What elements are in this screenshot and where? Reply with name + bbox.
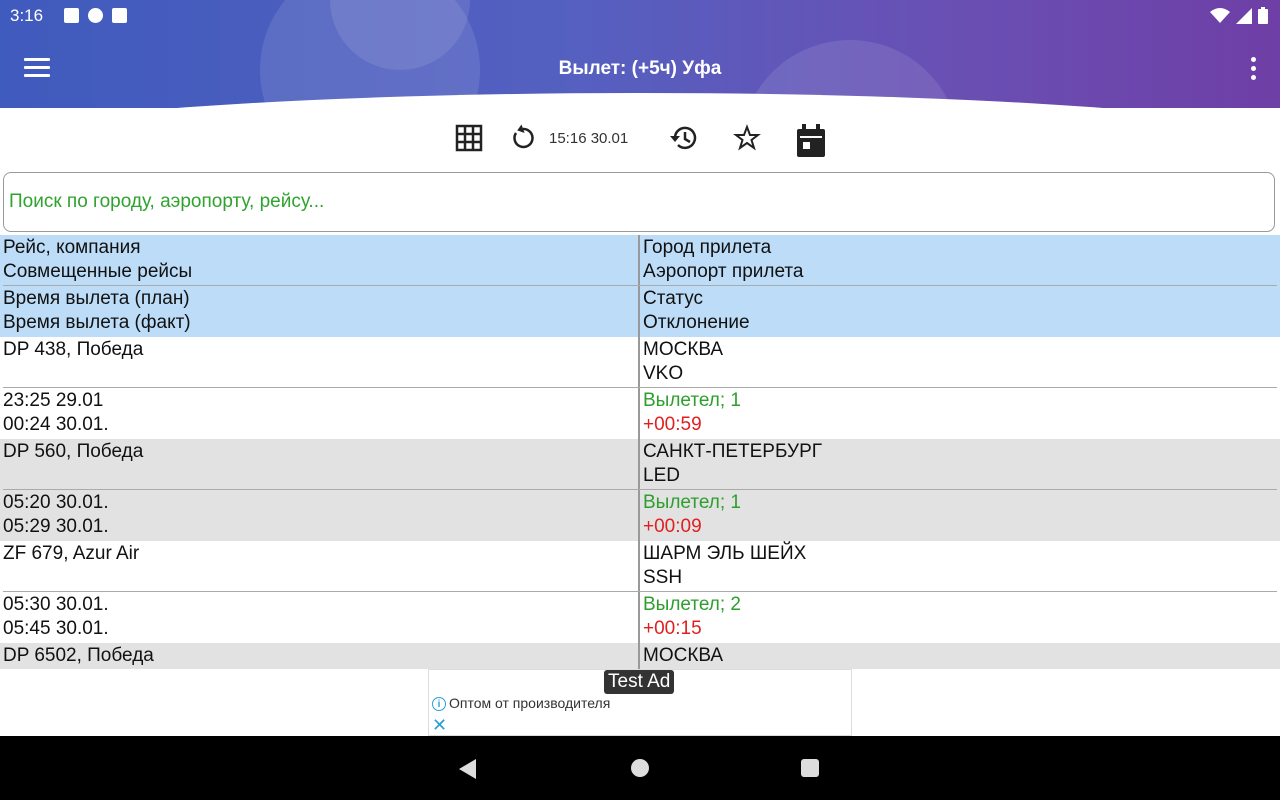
ad-info-icon[interactable]: i [432,697,446,711]
actual-time: 05:45 30.01. [3,618,109,639]
grid-icon[interactable] [455,124,483,152]
arrival-city: САНКТ-ПЕТЕРБУРГ [643,441,823,462]
arrival-city: ШАРМ ЭЛЬ ШЕЙХ [643,543,807,564]
more-options-icon[interactable] [1248,57,1258,83]
battery-icon [1258,7,1268,24]
sd-card-icon [112,8,127,23]
last-updated-time: 15:16 30.01 [549,130,629,147]
page-title: Вылет: (+5ч) Уфа [558,58,722,79]
table-header-row: Рейс, компания Совмещенные рейсы Город пр… [0,235,1280,286]
actual-time: 05:29 30.01. [3,516,109,537]
status-bar: 3:16 [0,0,1280,32]
table-row[interactable]: ZF 679, Azur Air ШАРМ ЭЛЬ ШЕЙХ SSH [0,541,1280,592]
planned-time: 23:25 29.01 [3,390,104,411]
flight-deviation: +00:09 [643,516,702,537]
recent-apps-icon[interactable] [801,759,819,777]
flight-status: Вылетел; 2 [643,594,741,615]
refresh-icon[interactable] [509,124,537,152]
signal-icon [1236,7,1252,24]
arrival-airport: VKO [643,363,684,384]
calendar-icon[interactable] [796,124,826,158]
system-nav-bar [0,736,1280,800]
flights-table: Рейс, компания Совмещенные рейсы Город пр… [0,235,1280,669]
flight-status: Вылетел; 1 [643,492,741,513]
header-planned-time: Время вылета (план) [3,288,190,309]
planned-time: 05:30 30.01. [3,594,109,615]
header-flight: Рейс, компания [3,237,141,258]
table-row[interactable]: 05:30 30.01. 05:45 30.01. Вылетел; 2 +00:1… [0,592,1280,643]
table-row[interactable]: DP 438, Победа МОСКВА VKO [0,337,1280,388]
flight-name: ZF 679, Azur Air [3,543,140,564]
table-row[interactable]: 05:20 30.01. 05:29 30.01. Вылетел; 1 +00:0… [0,490,1280,541]
toolbar: 15:16 30.01 [0,120,1280,160]
ad-text[interactable]: Оптом от производителя [449,695,610,711]
arrival-airport: SSH [643,567,683,588]
flight-deviation: +00:59 [643,414,702,435]
ad-close-icon[interactable]: ✕ [432,715,447,736]
notification-a-icon [64,8,79,23]
home-icon[interactable] [631,759,649,777]
ad-banner[interactable]: Test Ad i Оптом от производителя ✕ [428,669,852,736]
flight-status: Вылетел; 1 [643,390,741,411]
header-status: Статус [643,288,704,309]
app-header: 3:16 Вылет: (+5ч) Уфа [0,0,1280,108]
search-input[interactable] [4,173,1274,231]
flight-name: DP 6502, Победа [3,645,154,666]
history-icon[interactable] [668,124,698,152]
planned-time: 05:20 30.01. [3,492,109,513]
back-icon[interactable] [459,759,476,779]
table-header-row: Время вылета (план) Время вылета (факт) С… [0,286,1280,337]
arrival-city: МОСКВА [643,339,724,360]
header-arrival-airport: Аэропорт прилета [643,261,804,282]
search-box [3,172,1275,232]
favorite-star-icon[interactable] [733,124,761,152]
table-row[interactable]: DP 560, Победа САНКТ-ПЕТЕРБУРГ LED [0,439,1280,490]
table-row[interactable]: DP 6502, Победа МОСКВА [0,643,1280,669]
notification-p-icon [88,8,103,23]
wifi-icon [1210,7,1230,23]
header-actual-time: Время вылета (факт) [3,312,191,333]
header-codeshare: Совмещенные рейсы [3,261,193,282]
flight-deviation: +00:15 [643,618,702,639]
header-arrival-city: Город прилета [643,237,772,258]
status-time: 3:16 [10,6,44,25]
table-row[interactable]: 23:25 29.01 00:24 30.01. Вылетел; 1 +00:59 [0,388,1280,439]
actual-time: 00:24 30.01. [3,414,109,435]
arrival-airport: LED [643,465,680,486]
flight-name: DP 438, Победа [3,339,144,360]
test-ad-label: Test Ad [604,670,675,694]
header-deviation: Отклонение [643,312,750,333]
flight-name: DP 560, Победа [3,441,144,462]
arrival-city: МОСКВА [643,645,724,666]
